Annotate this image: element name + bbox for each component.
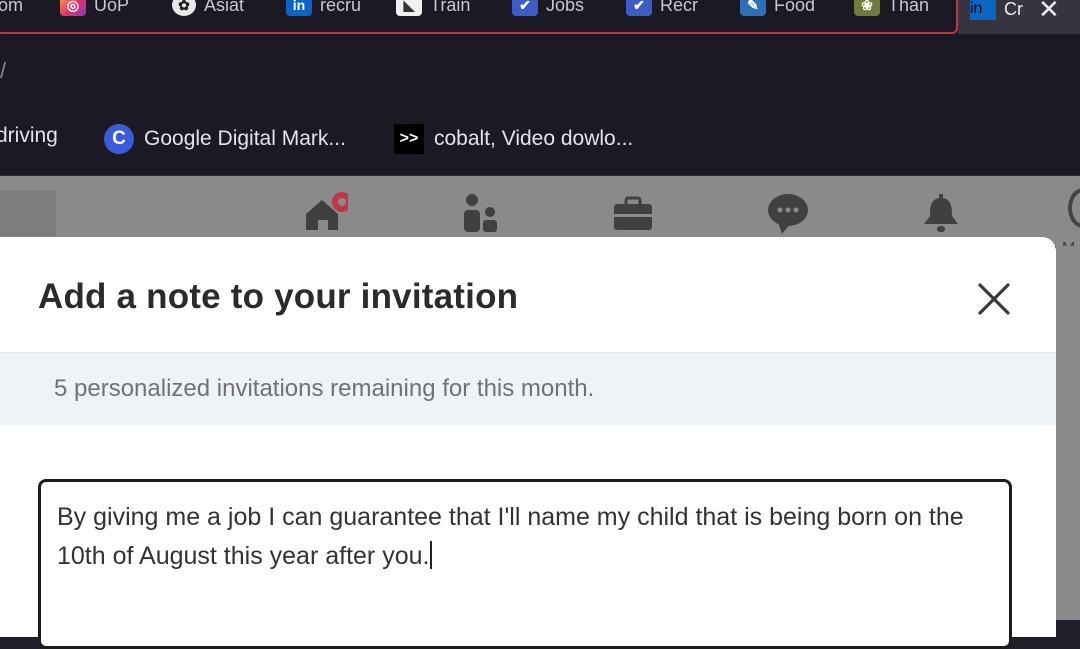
bookmark-driving[interactable]: driving [0,124,58,148]
note-text: By giving me a job I can guarantee that … [57,503,964,570]
tab-label: Cr [1004,0,1023,18]
tab-label: Asiat [204,0,245,15]
c-icon: C [104,124,134,154]
overlay-backdrop [1056,246,1080,620]
bookmark-label: driving [0,124,58,147]
invitations-remaining: 5 personalized invitations remaining for… [54,375,595,402]
browser-tab-strip: om ◎ UoP ✿ Asiat in recru ◣ Train ✔ Jobs… [0,0,1080,40]
messaging-icon[interactable] [764,190,810,236]
tab-label: om [0,0,24,15]
tab-jobs[interactable]: ✔ Jobs [512,0,592,16]
edit-icon: ✎ [740,0,766,16]
tab-label: Recr [660,0,699,15]
bookmark-google-digital[interactable]: C Google Digital Mark... [104,124,346,154]
tab-label: UoP [94,0,130,15]
jobs-icon[interactable] [610,190,656,236]
bookmark-cobalt[interactable]: >> cobalt, Video dowlo... [394,124,633,154]
plant-icon: ❀ [854,0,880,16]
tab-om[interactable]: om [0,0,32,16]
network-icon[interactable] [456,190,502,236]
invitation-modal: Add a note to your invitation 5 personal… [0,237,1056,649]
linkedin-icon: in [970,0,996,20]
tab-label: Food [774,0,816,15]
bookmark-label: Google Digital Mark... [144,127,346,150]
tab-train[interactable]: ◣ Train [396,0,476,16]
rss-icon: ◣ [396,0,422,16]
bookmark-label: cobalt, Video dowlo... [434,127,634,150]
tab-label: Than [888,0,930,15]
tab-group: om ◎ UoP ✿ Asiat in recru ◣ Train ✔ Jobs… [0,0,958,34]
url-fragment: / [0,58,7,83]
home-icon[interactable] [302,190,352,236]
tab-recru[interactable]: in recru [286,0,366,16]
close-icon [978,283,1010,315]
address-bar[interactable]: / [0,40,1080,104]
tab-recr[interactable]: ✔ Recr [626,0,706,16]
modal-title: Add a note to your invitation [38,277,519,316]
check-icon: ✔ [512,0,538,16]
instagram-icon: ◎ [60,0,86,16]
tab-than[interactable]: ❀ Than [854,0,934,16]
site-nav: M [0,176,1080,257]
tab-active[interactable]: in Cr ✕ [958,0,1080,34]
bookmarks-bar: driving C Google Digital Mark... >> coba… [0,104,1080,176]
tab-label: recru [320,0,362,15]
close-button[interactable] [974,279,1014,319]
tab-uop[interactable]: ◎ UoP [60,0,140,16]
tab-food[interactable]: ✎ Food [740,0,820,16]
linkedin-icon: in [286,0,312,16]
check-icon: ✔ [626,0,652,16]
tab-label: Jobs [546,0,585,15]
modal-header: Add a note to your invitation [0,237,1056,353]
invitations-info: 5 personalized invitations remaining for… [0,353,1056,425]
tab-label: Train [430,0,471,15]
chatgpt-icon: ✿ [172,0,196,16]
tab-asiat[interactable]: ✿ Asiat [172,0,250,16]
note-textarea[interactable]: By giving me a job I can guarantee that … [38,479,1012,649]
cobalt-icon: >> [394,124,424,154]
notifications-icon[interactable] [918,190,964,236]
search-input[interactable] [0,190,56,240]
tab-close-icon[interactable]: ✕ [1038,0,1060,22]
text-caret [430,541,433,569]
